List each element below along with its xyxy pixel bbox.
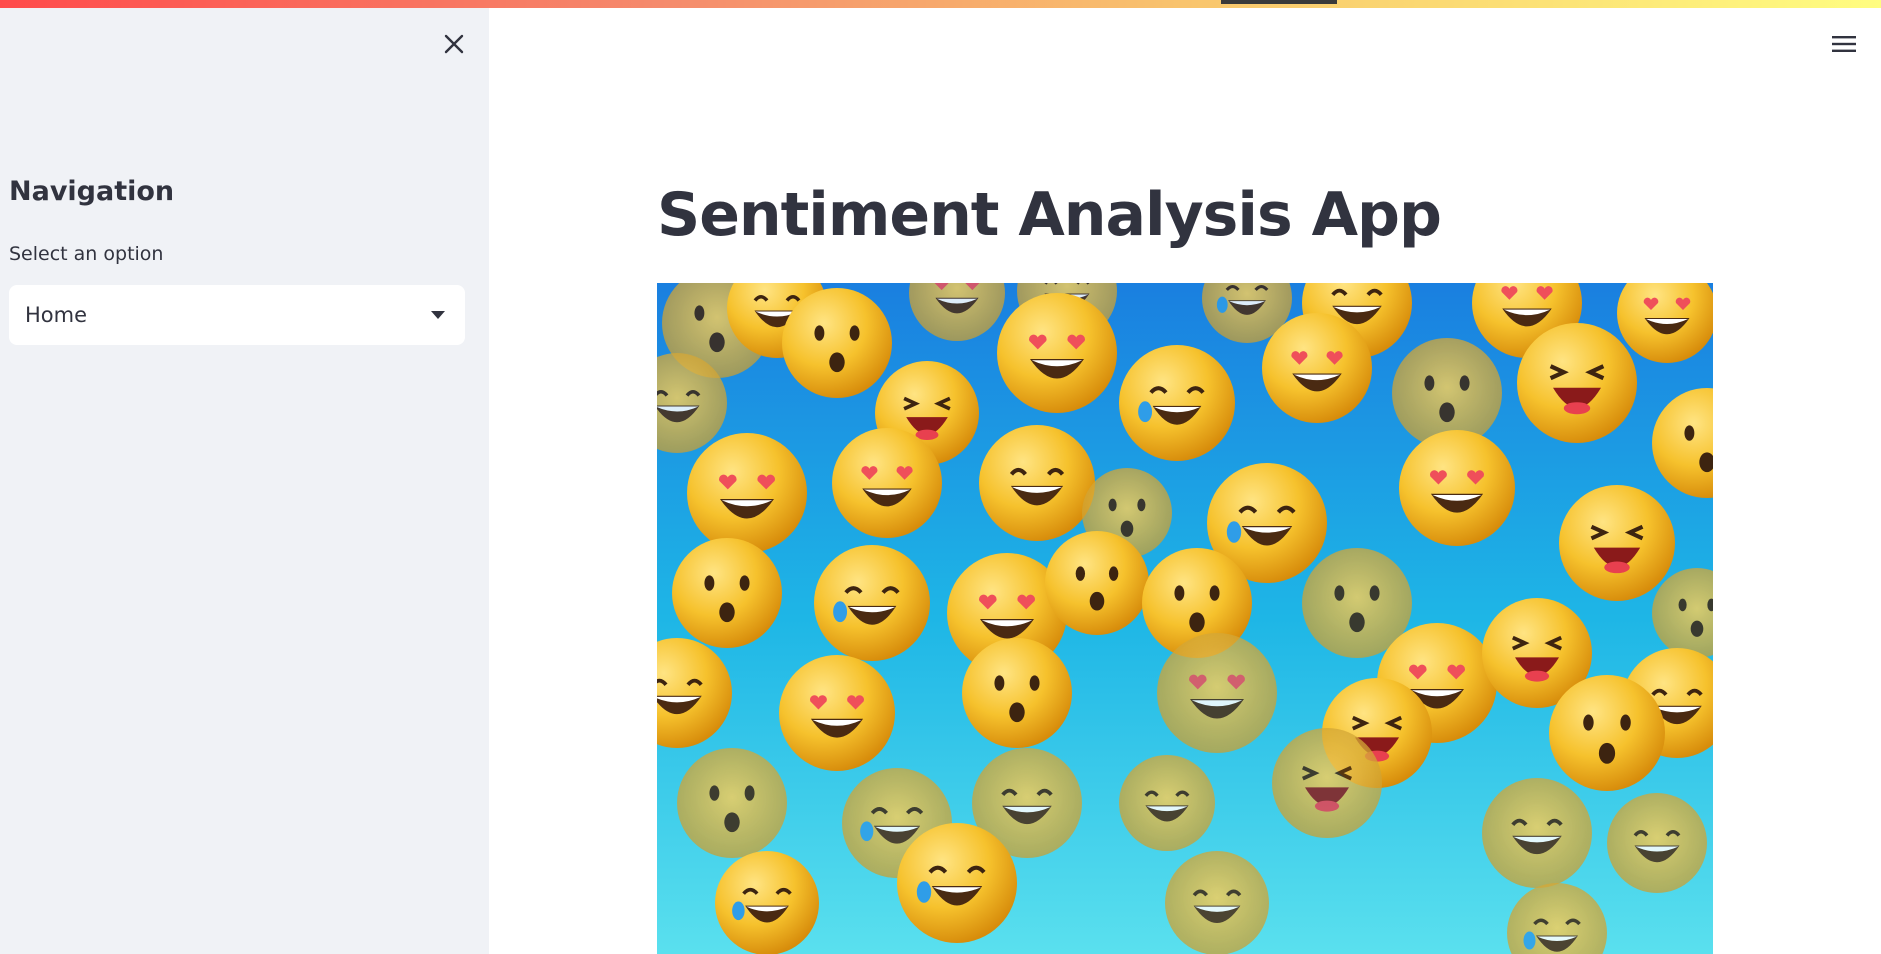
navigation-select[interactable]: Home xyxy=(9,285,465,345)
page-title: Sentiment Analysis App xyxy=(657,180,1442,250)
close-icon xyxy=(444,34,464,54)
caret-down-icon xyxy=(431,311,445,319)
sidebar: Navigation Select an option Home xyxy=(0,0,489,954)
main-menu-button[interactable] xyxy=(1826,28,1862,60)
hamburger-menu-icon xyxy=(1832,36,1856,52)
sidebar-heading: Navigation xyxy=(9,176,175,207)
status-indicator xyxy=(1221,0,1337,4)
select-label: Select an option xyxy=(9,243,164,265)
emoji-collage-image xyxy=(657,283,1713,954)
top-decoration-bar xyxy=(0,0,1881,8)
close-sidebar-button[interactable] xyxy=(438,28,470,60)
select-value: Home xyxy=(25,303,88,327)
